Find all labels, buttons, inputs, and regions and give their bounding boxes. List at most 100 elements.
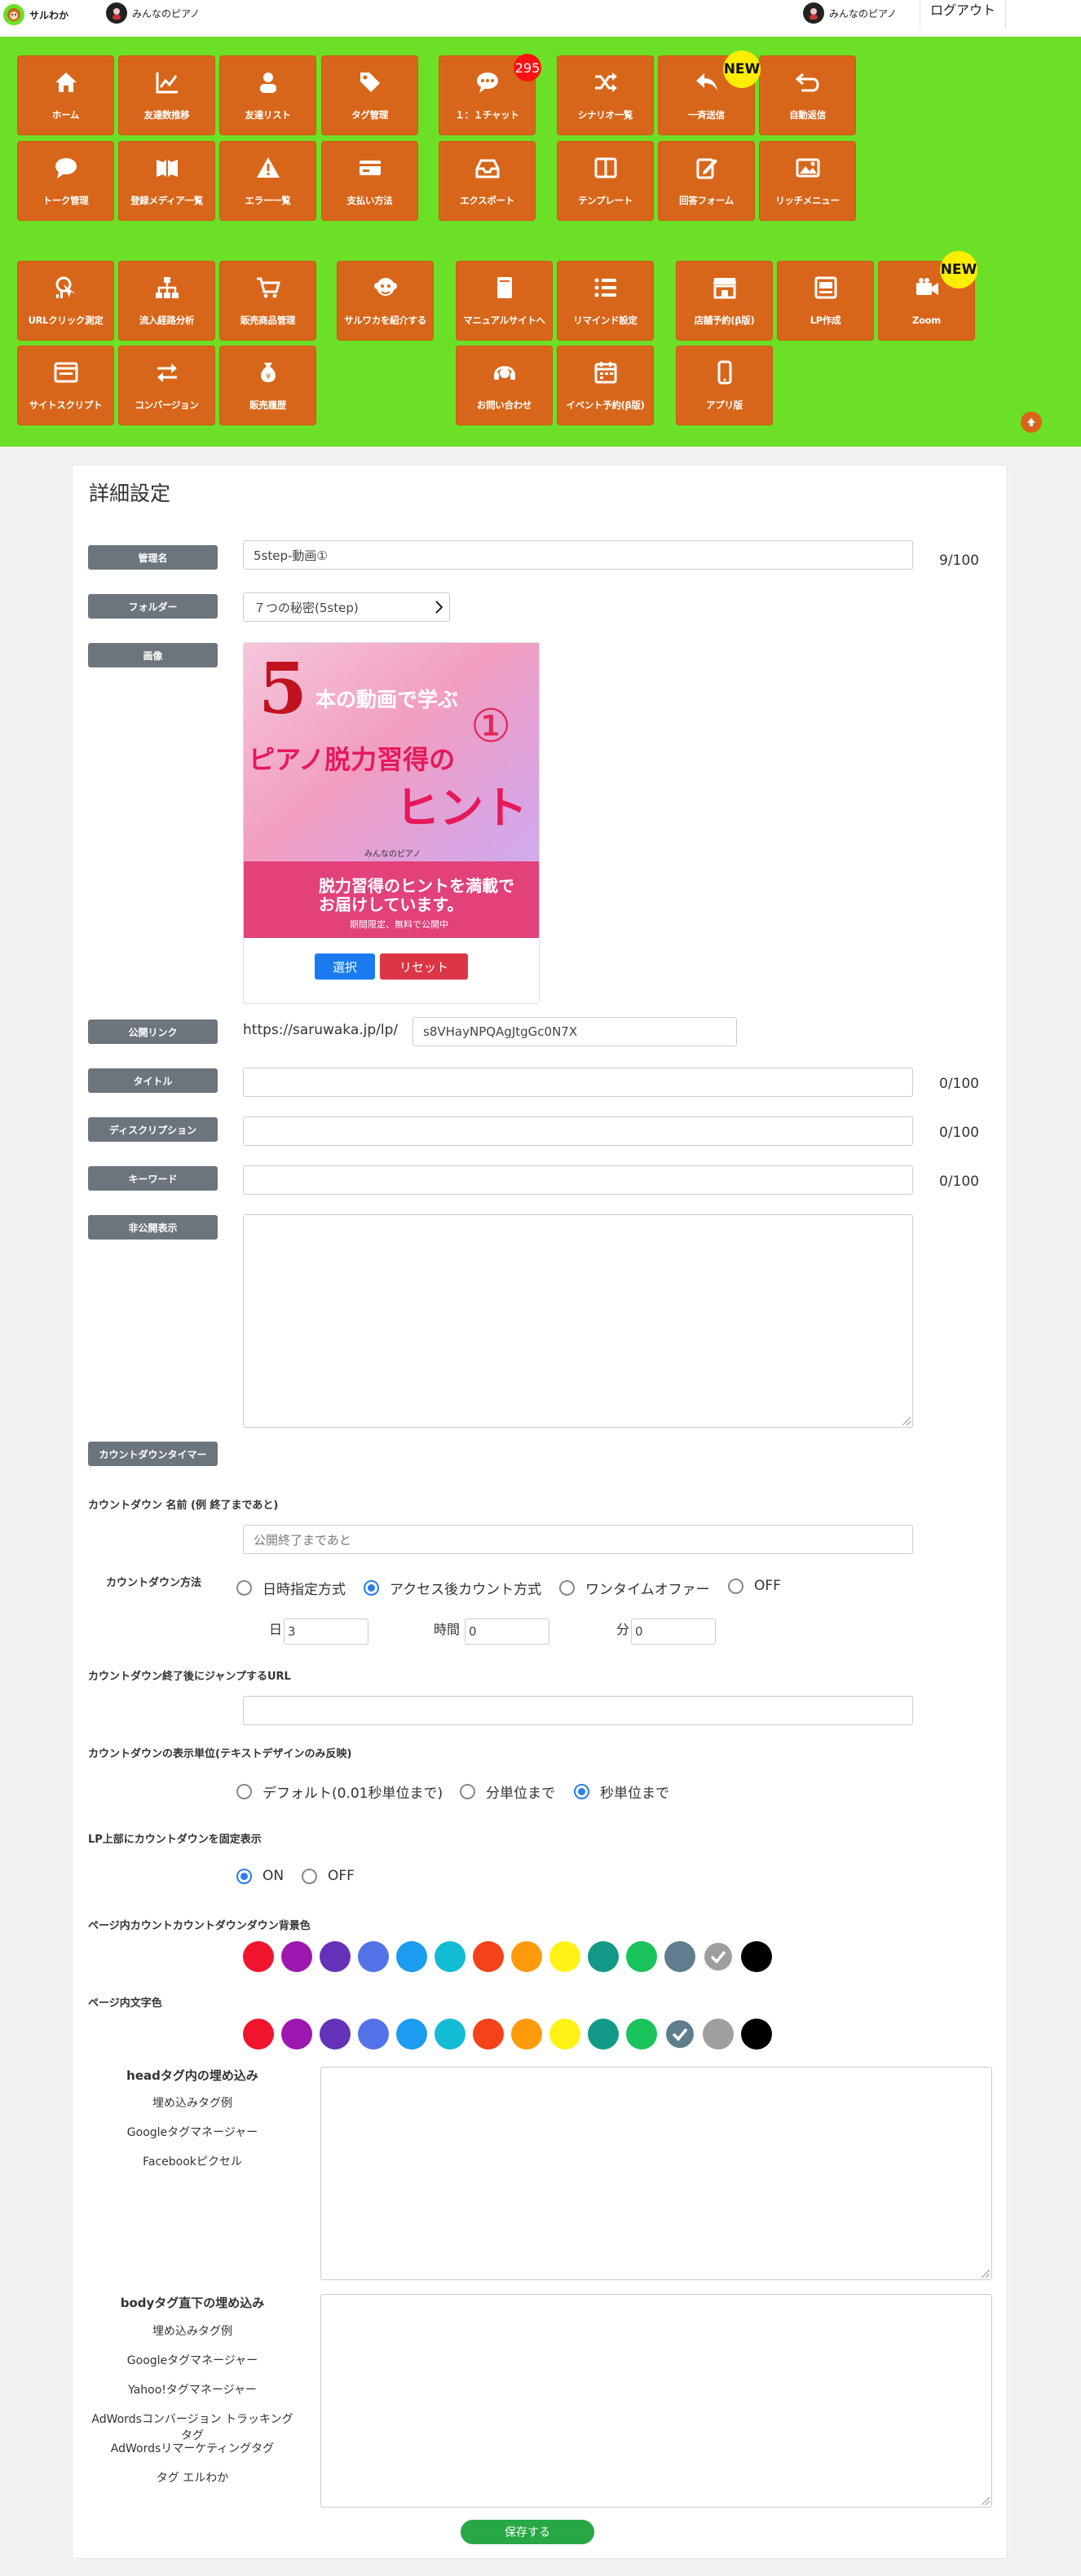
method-datetime-radio[interactable]: 日時指定方式 bbox=[236, 1578, 346, 1598]
jump-url-input[interactable] bbox=[243, 1696, 913, 1725]
nav-tile-mobile[interactable]: アプリ版 bbox=[676, 346, 773, 425]
head-links-item[interactable]: Googleタグマネージャー bbox=[88, 2124, 297, 2140]
body-links-item[interactable]: Googleタグマネージャー bbox=[88, 2352, 297, 2368]
text-color-swatch[interactable] bbox=[358, 2019, 389, 2050]
text-color-swatch[interactable] bbox=[473, 2019, 504, 2050]
nav-tile-tags[interactable]: タグ管理 bbox=[321, 55, 418, 135]
nav-tile-shuffle[interactable]: シナリオ一覧 bbox=[557, 55, 654, 135]
text-color-swatch[interactable] bbox=[396, 2019, 427, 2050]
bg-color-swatch[interactable] bbox=[626, 1941, 657, 1972]
nav-tile-form-edit[interactable]: 回答フォーム bbox=[658, 141, 755, 221]
nav-tile-media[interactable]: 登録メディア一覧 bbox=[118, 141, 215, 221]
unit-minute-radio[interactable]: 分単位まで bbox=[460, 1781, 555, 1802]
countdown-name-input[interactable]: 公開終了まであと bbox=[243, 1525, 913, 1554]
body-links-item[interactable]: AdWordsコンバージョン トラッキングタグ bbox=[88, 2411, 297, 2443]
bg-color-swatch[interactable] bbox=[703, 1941, 734, 1972]
nav-tile-image[interactable]: リッチメニュー bbox=[759, 141, 856, 221]
text-color-swatch[interactable] bbox=[435, 2019, 465, 2050]
text-color-swatch[interactable] bbox=[320, 2019, 351, 2050]
nav-tile-credit-card[interactable]: 支払い方法 bbox=[321, 141, 418, 221]
text-color-swatch[interactable] bbox=[549, 2019, 580, 2050]
private-display-textarea[interactable] bbox=[243, 1214, 913, 1428]
body-embed-textarea[interactable] bbox=[320, 2294, 992, 2508]
head-links-item[interactable]: 埋め込みタグ例 bbox=[88, 2094, 297, 2111]
nav-tile-store[interactable]: 店舗予約(β版) bbox=[676, 261, 773, 341]
body-links-item[interactable]: 埋め込みタグ例 bbox=[88, 2323, 297, 2339]
public-link-slug-input[interactable]: s8VHayNPQAgJtgGc0N7X bbox=[413, 1017, 737, 1046]
fix-on-radio[interactable]: ON bbox=[236, 1868, 284, 1884]
nav-tile-headset[interactable]: お問い合わせ bbox=[456, 346, 553, 425]
text-color-swatch[interactable] bbox=[588, 2019, 619, 2050]
nav-tile-monkey[interactable]: サルワカを紹介する bbox=[337, 261, 434, 341]
nav-tile-user[interactable]: 友達リスト bbox=[219, 55, 316, 135]
nav-tile-home[interactable]: ホーム bbox=[17, 55, 114, 135]
nav-tile-cart[interactable]: 販売商品管理 bbox=[219, 261, 316, 341]
description-input[interactable] bbox=[243, 1116, 913, 1146]
nav-tile-label: イベント予約(β版) bbox=[566, 399, 645, 411]
text-color-swatch[interactable] bbox=[243, 2019, 274, 2050]
method-access-radio[interactable]: アクセス後カウント方式 bbox=[364, 1578, 541, 1598]
nav-tile-calendar[interactable]: イベント予約(β版) bbox=[557, 346, 654, 425]
nav-tile-list[interactable]: リマインド設定 bbox=[557, 261, 654, 341]
bg-color-swatch[interactable] bbox=[281, 1941, 312, 1972]
bg-color-swatch[interactable] bbox=[511, 1941, 542, 1972]
text-color-swatch[interactable] bbox=[626, 2019, 657, 2050]
nav-tile-return[interactable]: 自動返信 bbox=[759, 55, 856, 135]
scroll-top-icon[interactable] bbox=[1021, 412, 1042, 433]
bg-color-swatch[interactable] bbox=[549, 1941, 580, 1972]
minute-input[interactable]: 0 bbox=[631, 1618, 716, 1645]
bg-color-swatch[interactable] bbox=[588, 1941, 619, 1972]
body-links-item[interactable]: Yahoo!タグマネージャー bbox=[88, 2381, 297, 2398]
bg-color-swatch[interactable] bbox=[320, 1941, 351, 1972]
body-links-item[interactable]: タグ エルわか bbox=[88, 2469, 297, 2486]
title-count: 0/100 bbox=[939, 1076, 979, 1092]
nav-tile-exchange[interactable]: コンバージョン bbox=[118, 346, 215, 425]
hour-input[interactable]: 0 bbox=[465, 1618, 549, 1645]
head-embed-textarea[interactable] bbox=[320, 2067, 992, 2280]
nav-tile-warning[interactable]: エラー一覧 bbox=[219, 141, 316, 221]
folder-select[interactable]: ７つの秘密(5step) bbox=[243, 592, 450, 622]
bg-color-swatch[interactable] bbox=[243, 1941, 274, 1972]
nav-tile-book[interactable]: マニュアルサイトへ bbox=[456, 261, 553, 341]
nav-tile-inbox[interactable]: エクスポート bbox=[439, 141, 536, 221]
nav-tile-sitemap[interactable]: 流入経路分析 bbox=[118, 261, 215, 341]
body-links-item[interactable]: AdWordsリマーケティングタグ bbox=[88, 2440, 297, 2456]
account-left[interactable]: みんなのピアノ bbox=[106, 2, 200, 24]
thumbnail-image: 5 本の動画で学ぶ ① ピアノ脱力習得の ヒント みんなのピアノ 脱力習得のヒン… bbox=[244, 643, 539, 938]
method-onetime-radio[interactable]: ワンタイムオファー bbox=[559, 1578, 710, 1598]
text-color-swatch[interactable] bbox=[511, 2019, 542, 2050]
bg-color-swatch[interactable] bbox=[664, 1941, 695, 1972]
unit-second-radio[interactable]: 秒単位まで bbox=[574, 1781, 669, 1802]
unit-default-radio[interactable]: デフォルト(0.01秒単位まで) bbox=[236, 1781, 443, 1802]
nav-tile-speech-bubble[interactable]: トーク管理 bbox=[17, 141, 114, 221]
account-right[interactable]: みんなのピアノ bbox=[803, 2, 897, 24]
nav-tile-browser[interactable]: サイトスクリプト bbox=[17, 346, 114, 425]
nav-tile-lp[interactable]: LP作成 bbox=[777, 261, 874, 341]
nav-tile-line-chart[interactable]: 友達数推移 bbox=[118, 55, 215, 135]
text-color-swatch[interactable] bbox=[664, 2019, 695, 2050]
fix-off-radio[interactable]: OFF bbox=[302, 1868, 355, 1884]
keyword-input[interactable] bbox=[243, 1165, 913, 1195]
select-image-button[interactable]: 選択 bbox=[315, 953, 375, 980]
nav-tile-columns[interactable]: テンプレート bbox=[557, 141, 654, 221]
countdown-timer-button[interactable]: カウントダウンタイマー bbox=[88, 1442, 218, 1466]
save-button[interactable]: 保存する bbox=[461, 2520, 594, 2544]
bg-color-swatch[interactable] bbox=[396, 1941, 427, 1972]
logout-link[interactable]: ログアウト bbox=[920, 0, 1006, 28]
mgmt-name-input[interactable]: 5step-動画① bbox=[243, 540, 913, 570]
head-links-item[interactable]: Facebookピクセル bbox=[88, 2153, 297, 2169]
text-color-swatch[interactable] bbox=[281, 2019, 312, 2050]
method-off-radio[interactable]: OFF bbox=[728, 1578, 781, 1594]
title-input[interactable] bbox=[243, 1068, 913, 1097]
reset-image-button[interactable]: リセット bbox=[380, 953, 468, 980]
text-color-swatch[interactable] bbox=[703, 2019, 734, 2050]
nav-tile-click-measure[interactable]: URLクリック測定 bbox=[17, 261, 114, 341]
bg-color-swatch[interactable] bbox=[358, 1941, 389, 1972]
bg-color-swatch[interactable] bbox=[741, 1941, 772, 1972]
nav-tile-money-bag[interactable]: ¥ 販売履歴 bbox=[219, 346, 316, 425]
text-color-swatch[interactable] bbox=[741, 2019, 772, 2050]
bg-color-swatch[interactable] bbox=[435, 1941, 465, 1972]
bg-color-swatch[interactable] bbox=[473, 1941, 504, 1972]
day-input[interactable]: 3 bbox=[284, 1618, 368, 1645]
brand-logo[interactable]: サルわか bbox=[3, 4, 68, 25]
